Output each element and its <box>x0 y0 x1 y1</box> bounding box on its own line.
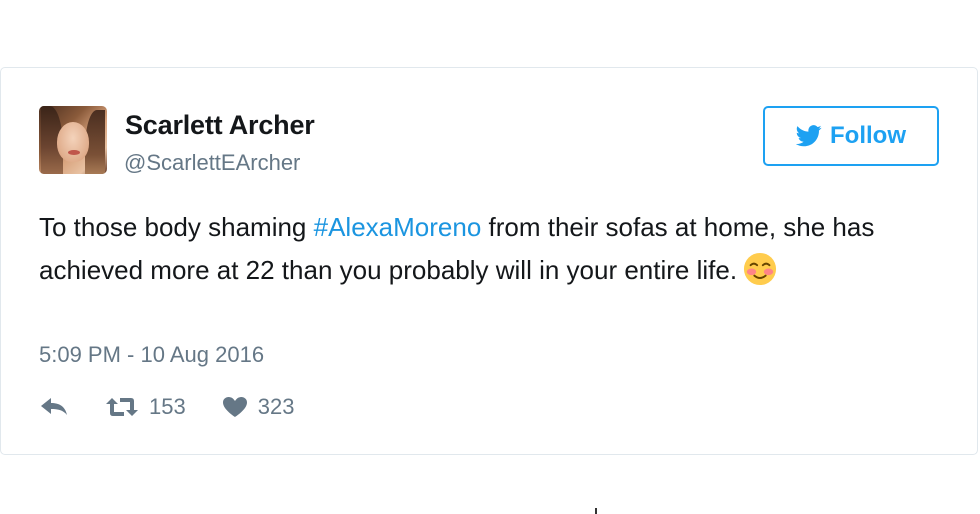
author-display-name[interactable]: Scarlett Archer <box>125 110 315 141</box>
tweet-text-part1: To those body shaming <box>39 212 314 242</box>
like-button[interactable]: 323 <box>222 394 295 420</box>
reply-icon <box>41 398 67 415</box>
tweet-actions: 153 323 <box>39 394 294 420</box>
avatar[interactable] <box>39 106 107 174</box>
author-handle[interactable]: @ScarlettEArcher <box>124 150 300 176</box>
avatar-face <box>57 122 89 162</box>
tweet-timestamp[interactable]: 5:09 PM - 10 Aug 2016 <box>39 342 264 368</box>
retweet-button[interactable]: 153 <box>105 394 186 420</box>
avatar-lips <box>68 150 80 155</box>
retweet-icon <box>106 398 138 416</box>
follow-button[interactable]: Follow <box>763 106 939 166</box>
smiling-blushing-face-emoji <box>744 252 777 286</box>
divider-mark <box>595 508 597 514</box>
follow-button-label: Follow <box>830 122 906 149</box>
like-count: 323 <box>257 394 295 419</box>
hashtag-link[interactable]: #AlexaMoreno <box>314 212 482 242</box>
retweet-count: 153 <box>149 394 186 419</box>
twitter-bird-icon <box>796 125 822 147</box>
tweet-text: To those body shaming #AlexaMoreno from … <box>39 206 939 292</box>
tweet-card: Scarlett Archer @ScarlettEArcher Follow … <box>0 67 978 455</box>
heart-icon <box>222 397 247 417</box>
reply-button[interactable] <box>39 396 69 418</box>
